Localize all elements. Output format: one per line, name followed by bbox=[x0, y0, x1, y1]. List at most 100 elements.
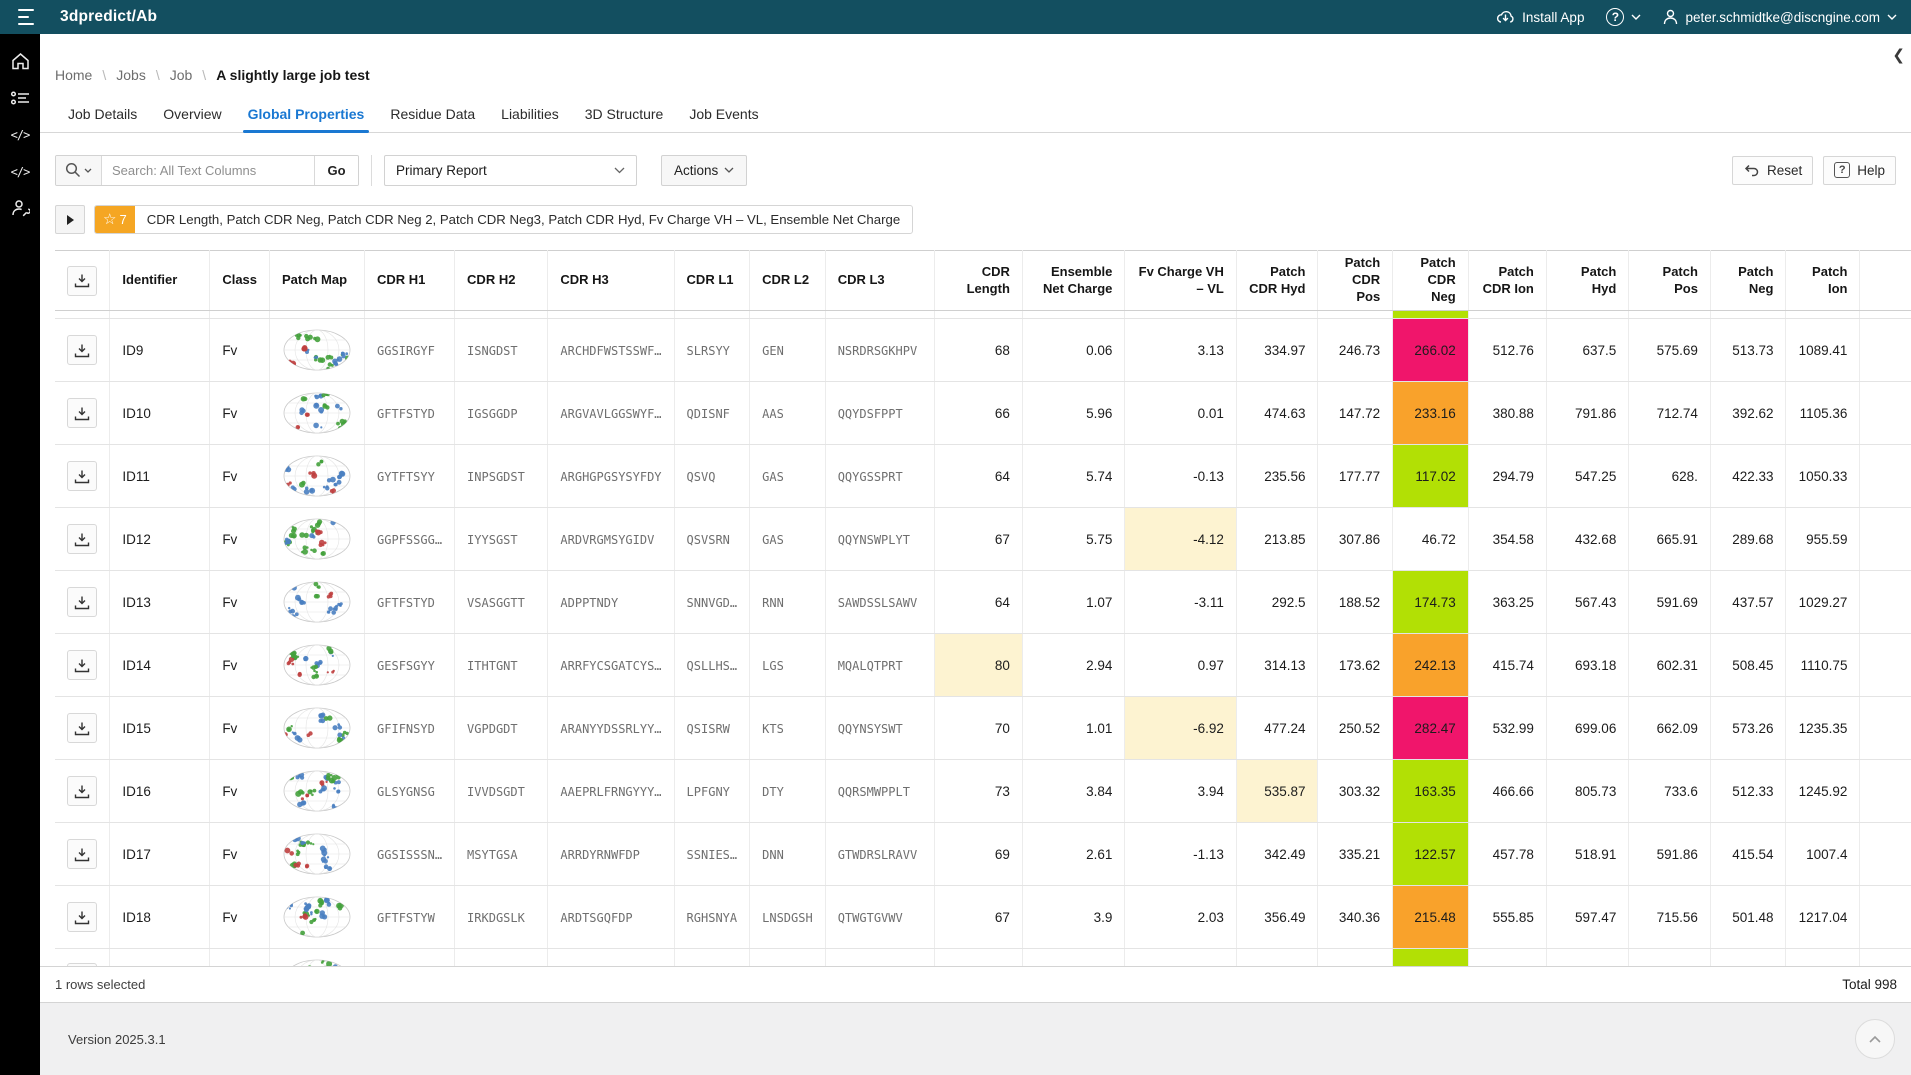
cell-cdr_h2: VSASGGTT bbox=[467, 595, 525, 610]
sidebar-item-code[interactable]: </> bbox=[0, 116, 40, 153]
row-download-button[interactable] bbox=[67, 587, 98, 617]
cell-class: Fv bbox=[222, 783, 238, 799]
column-header-fv_charge[interactable]: Fv Charge VH – VL bbox=[1124, 250, 1237, 311]
help-button[interactable]: ? Help bbox=[1823, 155, 1896, 185]
patch-map-image bbox=[292, 959, 342, 966]
column-header-patch_neg[interactable]: Patch Neg bbox=[1710, 250, 1787, 311]
scroll-to-top-button[interactable] bbox=[1855, 1019, 1895, 1059]
table-row-id15[interactable]: ID15 Fv GFIFNSYD VGPDGDT ARANYYDSSRLYY… QSISR… bbox=[55, 696, 1911, 760]
tab-global-properties[interactable]: Global Properties bbox=[235, 95, 378, 133]
help-menu-button[interactable]: ? bbox=[1606, 8, 1641, 26]
actions-button[interactable]: Actions bbox=[661, 154, 748, 186]
cell-cdr_h2: IGSGGDP bbox=[467, 406, 518, 421]
search-column-menu-button[interactable] bbox=[56, 155, 102, 185]
table-row-id18[interactable]: ID18 Fv GFTFSTYW IRKDGSLK ARDTSGQFDP RGHSNYA L… bbox=[55, 885, 1911, 949]
help-box-icon: ? bbox=[1834, 162, 1851, 178]
column-header-class[interactable]: Class bbox=[209, 250, 271, 311]
column-header-patch_cdr_neg[interactable]: Patch CDR Neg bbox=[1392, 250, 1469, 311]
table-row-id16[interactable]: ID16 Fv GLSYGNSG IVVDSGDT AAEPRLFRNGYYY… LPFG… bbox=[55, 759, 1911, 823]
report-select[interactable]: Primary Report bbox=[384, 154, 637, 186]
collapse-panel-icon[interactable]: ❮ bbox=[1892, 46, 1905, 64]
tab-liabilities[interactable]: Liabilities bbox=[488, 95, 572, 132]
tab-overview[interactable]: Overview bbox=[150, 95, 234, 132]
breadcrumb-item[interactable]: Jobs bbox=[116, 67, 146, 83]
table-row-id17[interactable]: ID17 Fv GGSISSSN… MSYTGSA ARRDYRNWFDP SSNIES…… bbox=[55, 822, 1911, 886]
total-rows-text: Total 998 bbox=[1842, 977, 1897, 992]
expand-filters-button[interactable] bbox=[55, 205, 85, 234]
column-header-patch_cdr_ion[interactable]: Patch CDR Ion bbox=[1468, 250, 1547, 311]
column-header-download bbox=[55, 250, 111, 311]
column-header-cdr_length[interactable]: CDR Length bbox=[934, 250, 1023, 311]
column-header-cdr_h2[interactable]: CDR H2 bbox=[454, 250, 549, 311]
cell-patch_cdr_hyd: 334.97 bbox=[1264, 342, 1306, 358]
sidebar-item-home[interactable] bbox=[0, 42, 40, 79]
sidebar-item-jobs[interactable] bbox=[0, 79, 40, 116]
column-header-patch_ion[interactable]: Patch Ion bbox=[1785, 250, 1861, 311]
row-download-button[interactable] bbox=[67, 650, 98, 680]
cell-cdr_h1: GGSISSSN… bbox=[377, 847, 443, 862]
row-download-button[interactable] bbox=[67, 902, 98, 932]
download-icon bbox=[75, 722, 90, 735]
help-circle-icon: ? bbox=[1606, 8, 1625, 26]
sidebar-item-code-2[interactable]: </> bbox=[0, 153, 40, 190]
row-download-button[interactable] bbox=[67, 398, 98, 428]
breadcrumb-item[interactable]: Home bbox=[55, 67, 92, 83]
patch-map-image bbox=[283, 518, 351, 560]
column-header-patch_cdr_pos[interactable]: Patch CDR Pos bbox=[1317, 250, 1394, 311]
column-header-patch_map[interactable]: Patch Map bbox=[269, 250, 366, 311]
download-all-button[interactable] bbox=[67, 265, 98, 296]
tab-job-details[interactable]: Job Details bbox=[55, 95, 150, 132]
download-icon bbox=[75, 533, 90, 546]
cell-cdr_length: 67 bbox=[994, 909, 1010, 925]
go-button[interactable]: Go bbox=[314, 155, 358, 185]
table-row-id10[interactable]: ID10 Fv GFTFSTYD IGSGGDP ARGVAVLGGSWYF… QDISN… bbox=[55, 381, 1911, 445]
column-header-cdr_l1[interactable]: CDR L1 bbox=[674, 250, 751, 311]
version-text: Version 2025.3.1 bbox=[68, 1031, 166, 1047]
row-download-button[interactable] bbox=[67, 461, 98, 491]
column-header-patch_pos[interactable]: Patch Pos bbox=[1628, 250, 1711, 311]
row-download-button[interactable] bbox=[67, 335, 98, 365]
tab-job-events[interactable]: Job Events bbox=[676, 95, 771, 132]
cell-cdr_l1: SNNVGD… bbox=[686, 595, 738, 610]
sidebar-item-user-admin[interactable] bbox=[0, 190, 40, 227]
highlight-filter-chip[interactable]: ☆ 7 CDR Length, Patch CDR Neg, Patch CDR… bbox=[94, 205, 914, 234]
menu-icon[interactable] bbox=[18, 9, 40, 25]
cell-class: Fv bbox=[222, 846, 238, 862]
cell-patch_cdr_hyd: 342.49 bbox=[1264, 846, 1306, 862]
patch-map-cell bbox=[269, 444, 366, 508]
column-header-cdr_l2[interactable]: CDR L2 bbox=[749, 250, 826, 311]
row-download-button[interactable] bbox=[67, 776, 98, 806]
cell-class: Fv bbox=[222, 531, 238, 547]
column-header-ensemble_net_charge[interactable]: Ensemble Net Charge bbox=[1022, 250, 1126, 311]
table-row-id9[interactable]: ID9 Fv GGSIRGYF ISNGDST ARCHDFWSTSSWF… SLRSYY… bbox=[55, 318, 1911, 382]
cell-patch_neg: 392.62 bbox=[1732, 405, 1774, 421]
column-header-cdr_l3[interactable]: CDR L3 bbox=[825, 250, 935, 311]
table-row-id13[interactable]: ID13 Fv GFTFSTYD VSASGGTT ADPPTNDY SNNVGD… RNN… bbox=[55, 570, 1911, 634]
cell-patch_hyd: 432.68 bbox=[1575, 531, 1617, 547]
cell-cdr_h1: GGSIRGYF bbox=[377, 343, 435, 358]
install-app-button[interactable]: Install App bbox=[1496, 8, 1584, 27]
cell-cdr_h2: MSYTGSA bbox=[467, 847, 518, 862]
breadcrumb-item[interactable]: Job bbox=[170, 67, 193, 83]
row-download-button[interactable] bbox=[67, 713, 98, 743]
column-header-cdr_h3[interactable]: CDR H3 bbox=[547, 250, 675, 311]
row-download-button[interactable] bbox=[67, 524, 98, 554]
cell-cdr_h3: ARDTSGQFDP bbox=[560, 910, 633, 925]
column-header-cdr_h1[interactable]: CDR H1 bbox=[364, 250, 456, 311]
download-icon bbox=[75, 407, 90, 420]
search-input[interactable] bbox=[102, 155, 314, 185]
reset-button[interactable]: Reset bbox=[1731, 155, 1814, 185]
table-row-id14[interactable]: ID14 Fv GESFSGYY ITHTGNT ARRFYCSGATCYS… QSLLH… bbox=[55, 633, 1911, 697]
cell-patch_cdr_neg: 174.73 bbox=[1414, 594, 1456, 610]
tab-3d-structure[interactable]: 3D Structure bbox=[572, 95, 677, 132]
download-icon bbox=[75, 785, 90, 798]
table-row-id11[interactable]: ID11 Fv GYTFTSYY INPSGDST ARGHGPGSYSYFDY QSVQ… bbox=[55, 444, 1911, 508]
column-header-patch_cdr_hyd[interactable]: Patch CDR Hyd bbox=[1236, 250, 1319, 311]
tab-residue-data[interactable]: Residue Data bbox=[377, 95, 488, 132]
column-header-id[interactable]: Identifier bbox=[109, 250, 211, 311]
row-download-button[interactable] bbox=[67, 839, 98, 869]
table-row-id12[interactable]: ID12 Fv GGPFSSGG… IYYSGST ARDVRGMSYGIDV QSVSR… bbox=[55, 507, 1911, 571]
rows-selected-text: 1 rows selected bbox=[55, 977, 146, 992]
user-menu-button[interactable]: peter.schmidtke@discngine.com bbox=[1663, 9, 1897, 25]
column-header-patch_hyd[interactable]: Patch Hyd bbox=[1546, 250, 1630, 311]
